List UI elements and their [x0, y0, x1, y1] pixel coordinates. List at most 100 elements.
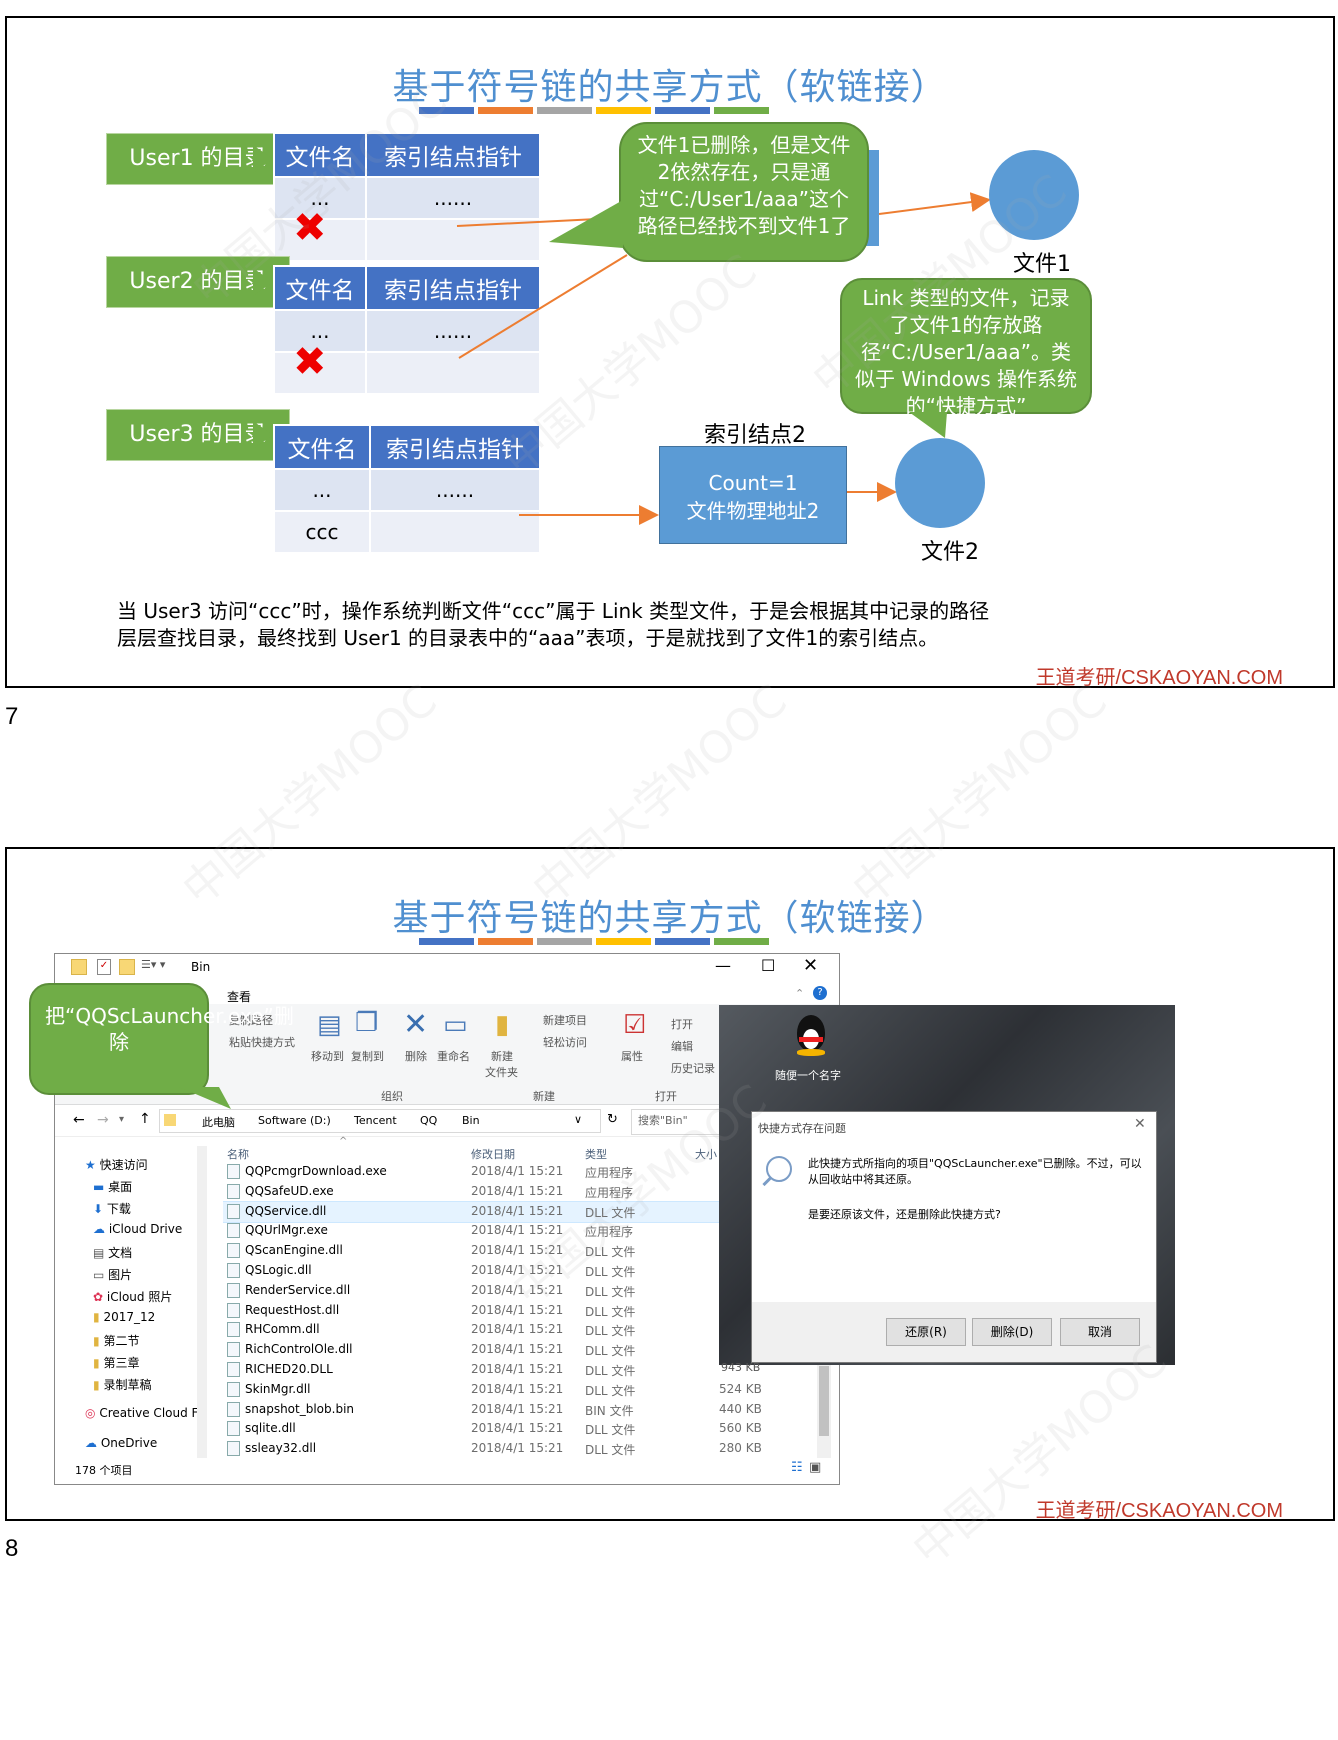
nav-icloud-photos[interactable]: ✿ iCloud 照片: [93, 1288, 172, 1305]
nav-folder-chapter3[interactable]: ▮ 第三章: [93, 1354, 139, 1371]
file-type: 应用程序: [585, 1166, 634, 1180]
nav-desktop[interactable]: ▬ 桌面: [93, 1178, 132, 1195]
history-button[interactable]: 历史记录: [671, 1060, 715, 1076]
delete-shortcut-button[interactable]: 删除(D): [972, 1318, 1052, 1346]
column-header-date[interactable]: 修改日期: [471, 1146, 515, 1162]
breadcrumb-bin[interactable]: Bin: [462, 1114, 480, 1127]
tiles-view-icon[interactable]: ▣: [809, 1460, 821, 1475]
minimize-icon[interactable]: —: [715, 956, 731, 975]
up-arrow-icon[interactable]: ↑: [139, 1111, 151, 1127]
exe-file-icon: [227, 1164, 240, 1179]
new-folder-button-line1[interactable]: 新建: [491, 1048, 513, 1064]
forward-arrow-icon[interactable]: →: [97, 1112, 109, 1128]
ribbon-tab-view[interactable]: 查看: [227, 988, 251, 1005]
breadcrumb-software-d[interactable]: Software (D:): [258, 1114, 331, 1127]
diagram-arrows: [456, 192, 991, 525]
dll-file-icon: [227, 1381, 240, 1397]
column-header-name[interactable]: 名称: [227, 1146, 249, 1162]
qq-shortcut-icon[interactable]: [793, 1015, 829, 1059]
rename-button[interactable]: 重命名: [437, 1048, 470, 1064]
refresh-icon[interactable]: ↻: [607, 1112, 618, 1127]
nav-pictures[interactable]: ▭ 图片: [93, 1266, 132, 1283]
ribbon-collapse-icon[interactable]: ⌃: [795, 987, 804, 1000]
breadcrumb-qq[interactable]: QQ: [420, 1114, 437, 1127]
address-dropdown-icon[interactable]: ∨: [574, 1113, 582, 1126]
partial-size-value: 943 KB: [721, 1361, 761, 1374]
file-list-scroll-thumb[interactable]: [819, 1366, 829, 1436]
close-icon[interactable]: ✕: [803, 955, 818, 976]
dll-file-icon: [227, 1282, 240, 1298]
delete-icon[interactable]: ✕: [403, 1010, 428, 1040]
restore-button[interactable]: 还原(R): [886, 1318, 966, 1346]
qq-shortcut-label[interactable]: 随便一个名字: [775, 1067, 841, 1083]
nav-quick-access[interactable]: ★ 快速访问: [85, 1156, 148, 1173]
inode2-box: Count=1 文件物理地址2: [659, 446, 847, 544]
address-bar[interactable]: 此电脑 Software (D:) Tencent QQ Bin ∨: [159, 1109, 601, 1133]
properties-button[interactable]: 属性: [621, 1048, 643, 1064]
properties-icon[interactable]: ☑: [623, 1012, 646, 1038]
nav-label: 快速访问: [99, 1158, 148, 1172]
customize-quick-access-icon[interactable]: ☰▾ ▾: [141, 958, 165, 971]
recent-dropdown-icon[interactable]: ▾: [119, 1114, 124, 1125]
dialog-close-icon[interactable]: ✕: [1134, 1116, 1146, 1132]
open-button[interactable]: 打开: [671, 1016, 693, 1032]
column-header-size[interactable]: 大小: [695, 1146, 717, 1162]
download-icon: ⬇: [93, 1202, 104, 1216]
callout-tail: [549, 200, 623, 248]
delete-button[interactable]: 删除: [405, 1048, 427, 1064]
title-bar[interactable]: ✓ ☰▾ ▾ Bin — ☐ ✕: [55, 954, 839, 982]
cancel-button[interactable]: 取消: [1060, 1318, 1140, 1346]
nav-folder-2017-12[interactable]: ▮ 2017_12: [93, 1310, 155, 1324]
nav-creative-cloud[interactable]: ◎ Creative Cloud F: [85, 1406, 198, 1420]
file-type: DLL 文件: [585, 1383, 636, 1398]
sort-arrow-icon: ^: [339, 1136, 348, 1147]
back-arrow-icon[interactable]: ←: [73, 1112, 85, 1128]
breadcrumb-this-pc[interactable]: 此电脑: [202, 1114, 235, 1130]
file-type: DLL 文件: [585, 1304, 636, 1319]
star-icon: ★: [85, 1158, 96, 1172]
qq-penguin-scarf: [799, 1037, 823, 1042]
file-name: RequestHost.dll: [245, 1302, 340, 1317]
nav-icloud-drive[interactable]: ☁ iCloud Drive: [93, 1222, 182, 1236]
file-row[interactable]: ssleay32.dll 2018/4/1 15:21 DLL 文件 280 KB: [223, 1439, 813, 1458]
edit-button[interactable]: 编辑: [671, 1038, 693, 1054]
copy-to-icon[interactable]: ❐: [355, 1010, 378, 1036]
nav-folder-section2[interactable]: ▮ 第二节: [93, 1332, 139, 1349]
nav-folder-drafts[interactable]: ▮ 录制草稿: [93, 1376, 151, 1393]
dll-file-icon: [227, 1362, 240, 1377]
new-folder-button-line2[interactable]: 文件夹: [485, 1064, 518, 1080]
move-to-icon[interactable]: ▤: [317, 1012, 342, 1038]
details-view-icon[interactable]: ☷: [791, 1460, 803, 1475]
folder-icon: ▮: [93, 1334, 100, 1348]
paste-shortcut-button[interactable]: 粘贴快捷方式: [229, 1034, 295, 1050]
move-to-button[interactable]: 移动到: [311, 1048, 344, 1064]
group-label-organize: 组织: [381, 1090, 403, 1103]
nav-downloads[interactable]: ⬇ 下载: [93, 1200, 131, 1217]
help-icon[interactable]: ?: [813, 986, 827, 1000]
inode2-label: 索引结点2: [704, 423, 806, 448]
file-row[interactable]: sqlite.dll 2018/4/1 15:21 DLL 文件 560 KB: [223, 1419, 813, 1439]
file-type: BIN 文件: [585, 1403, 634, 1418]
copy-to-button[interactable]: 复制到: [351, 1048, 384, 1064]
easy-access-button[interactable]: 轻松访问: [543, 1034, 587, 1050]
file-name: QQPcmgrDownload.exe: [245, 1164, 387, 1178]
breadcrumb-tencent[interactable]: Tencent: [354, 1114, 397, 1127]
file-row[interactable]: snapshot_blob.bin 2018/4/1 15:21 BIN 文件 440…: [223, 1400, 813, 1420]
rename-icon[interactable]: ▭: [443, 1012, 468, 1038]
nav-scrollbar[interactable]: [197, 1146, 207, 1458]
new-folder-quick-icon[interactable]: [119, 959, 135, 975]
new-item-button[interactable]: 新建项目: [543, 1012, 587, 1028]
properties-quick-icon[interactable]: ✓: [97, 959, 111, 975]
file-date: 2018/4/1 15:21: [471, 1421, 564, 1436]
file-date: 2018/4/1 15:21: [471, 1263, 564, 1277]
maximize-icon[interactable]: ☐: [761, 956, 775, 975]
nav-documents[interactable]: ▤ 文档: [93, 1244, 132, 1261]
nav-onedrive[interactable]: ☁ OneDrive: [85, 1436, 157, 1450]
column-header-type[interactable]: 类型: [585, 1146, 607, 1162]
title-colorbar-6: [714, 938, 769, 945]
callout-file1-deleted: 文件1已删除，但是文件2依然存在，只是通过“C:/User1/aaa”这个路径已…: [619, 122, 869, 262]
creative-cloud-icon: ◎: [85, 1406, 96, 1420]
exe-file-icon: [227, 1183, 240, 1199]
new-folder-icon[interactable]: ▮: [495, 1012, 509, 1038]
file-row[interactable]: SkinMgr.dll 2018/4/1 15:21 DLL 文件 524 KB: [223, 1380, 813, 1400]
